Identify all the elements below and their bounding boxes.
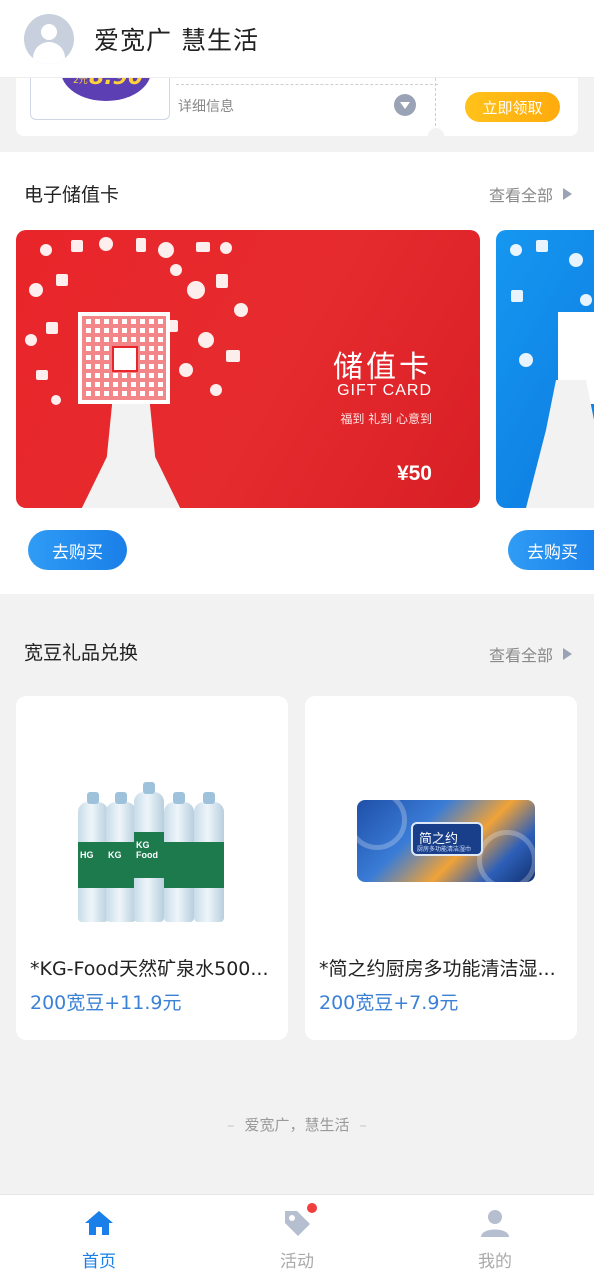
chevron-right-icon xyxy=(563,188,572,200)
see-all-label: 查看全部 xyxy=(488,186,553,205)
tab-activity[interactable]: 活动 xyxy=(237,1195,357,1280)
gift-card[interactable]: 储值卡 GIFT CARD 福到 礼到 心意到 ¥50 xyxy=(16,230,480,508)
card-subtitle: GIFT CARD xyxy=(337,382,432,399)
gift-exchange-section: 宽豆礼品兑换 查看全部 HG KG KG Food *KG-Food天然矿泉水5… xyxy=(0,614,594,1054)
buy-button[interactable]: 去购买 xyxy=(28,530,127,570)
tab-label: 首页 xyxy=(82,1252,116,1272)
bottle-label: KG Food xyxy=(136,840,158,860)
home-icon xyxy=(85,1211,113,1235)
bottom-tab-bar: 首页 活动 我的 xyxy=(0,1194,594,1280)
see-all-link[interactable]: 查看全部 xyxy=(489,642,572,666)
card-price: ¥50 xyxy=(396,462,432,485)
product-card[interactable]: 简之约 厨房多功能清洁湿巾 *简之约厨房多功能清洁湿... 200宽豆+7.9元 xyxy=(305,696,577,1040)
avatar[interactable] xyxy=(24,13,74,64)
avatar-body xyxy=(33,41,65,64)
user-icon xyxy=(481,1210,509,1237)
buy-button-next[interactable]: 去购买 xyxy=(508,530,594,570)
footer-slogan-text: 爱宽广，慧生活 xyxy=(244,1116,350,1134)
wipes-package-image: 简之约 厨房多功能清洁湿巾 xyxy=(357,800,535,882)
product-name: *简之约厨房多功能清洁湿... xyxy=(319,958,556,980)
section-title: 电子储值卡 xyxy=(24,184,120,206)
footer-slogan: – 爱宽广，慧生活 – xyxy=(226,1116,367,1134)
section-title: 宽豆礼品兑换 xyxy=(24,642,139,664)
qr-code xyxy=(78,312,170,404)
product-name: *KG-Food天然矿泉水500... xyxy=(30,958,269,980)
coupon-divider xyxy=(176,84,438,85)
see-all-label: 查看全部 xyxy=(488,646,553,665)
coupon-notch xyxy=(428,128,444,144)
wipes-subtitle: 厨房多功能清洁湿巾 xyxy=(417,846,472,853)
page-title: 爱宽广 慧生活 xyxy=(94,25,259,55)
coupon-section: 2元 8.90 详细信息 立即领取 xyxy=(0,70,594,152)
product-grid: HG KG KG Food *KG-Food天然矿泉水500... 200宽豆+… xyxy=(16,696,578,1040)
tab-home[interactable]: 首页 xyxy=(39,1195,159,1280)
product-price: 200宽豆+7.9元 xyxy=(319,992,459,1014)
tab-label: 活动 xyxy=(280,1252,314,1272)
chevron-right-icon xyxy=(563,648,572,660)
product-card[interactable]: HG KG KG Food *KG-Food天然矿泉水500... 200宽豆+… xyxy=(16,696,288,1040)
notification-dot xyxy=(307,1203,317,1213)
app-header: 爱宽广 慧生活 xyxy=(0,0,594,78)
coupon-detail-label[interactable]: 详细信息 xyxy=(178,96,234,116)
claim-button[interactable]: 立即领取 xyxy=(465,92,560,122)
gift-card-next[interactable] xyxy=(496,230,594,508)
tree-pattern-icon xyxy=(510,240,594,508)
tab-label: 我的 xyxy=(478,1252,512,1272)
avatar-head xyxy=(41,23,57,40)
stored-card-section: 电子储值卡 查看全部 储值卡 GIFT CARD 福到 礼到 心意到 ¥50 去… xyxy=(0,152,594,594)
chevron-down-icon[interactable] xyxy=(394,94,416,116)
water-bottles-image: HG KG KG Food xyxy=(78,782,228,922)
product-price: 200宽豆+11.9元 xyxy=(30,992,182,1014)
see-all-link[interactable]: 查看全部 xyxy=(489,182,572,206)
tab-mine[interactable]: 我的 xyxy=(435,1195,555,1280)
card-title: 储值卡 xyxy=(333,350,432,385)
coupon-card: 2元 8.90 详细信息 立即领取 xyxy=(16,70,578,144)
card-slogan: 福到 礼到 心意到 xyxy=(340,412,432,426)
